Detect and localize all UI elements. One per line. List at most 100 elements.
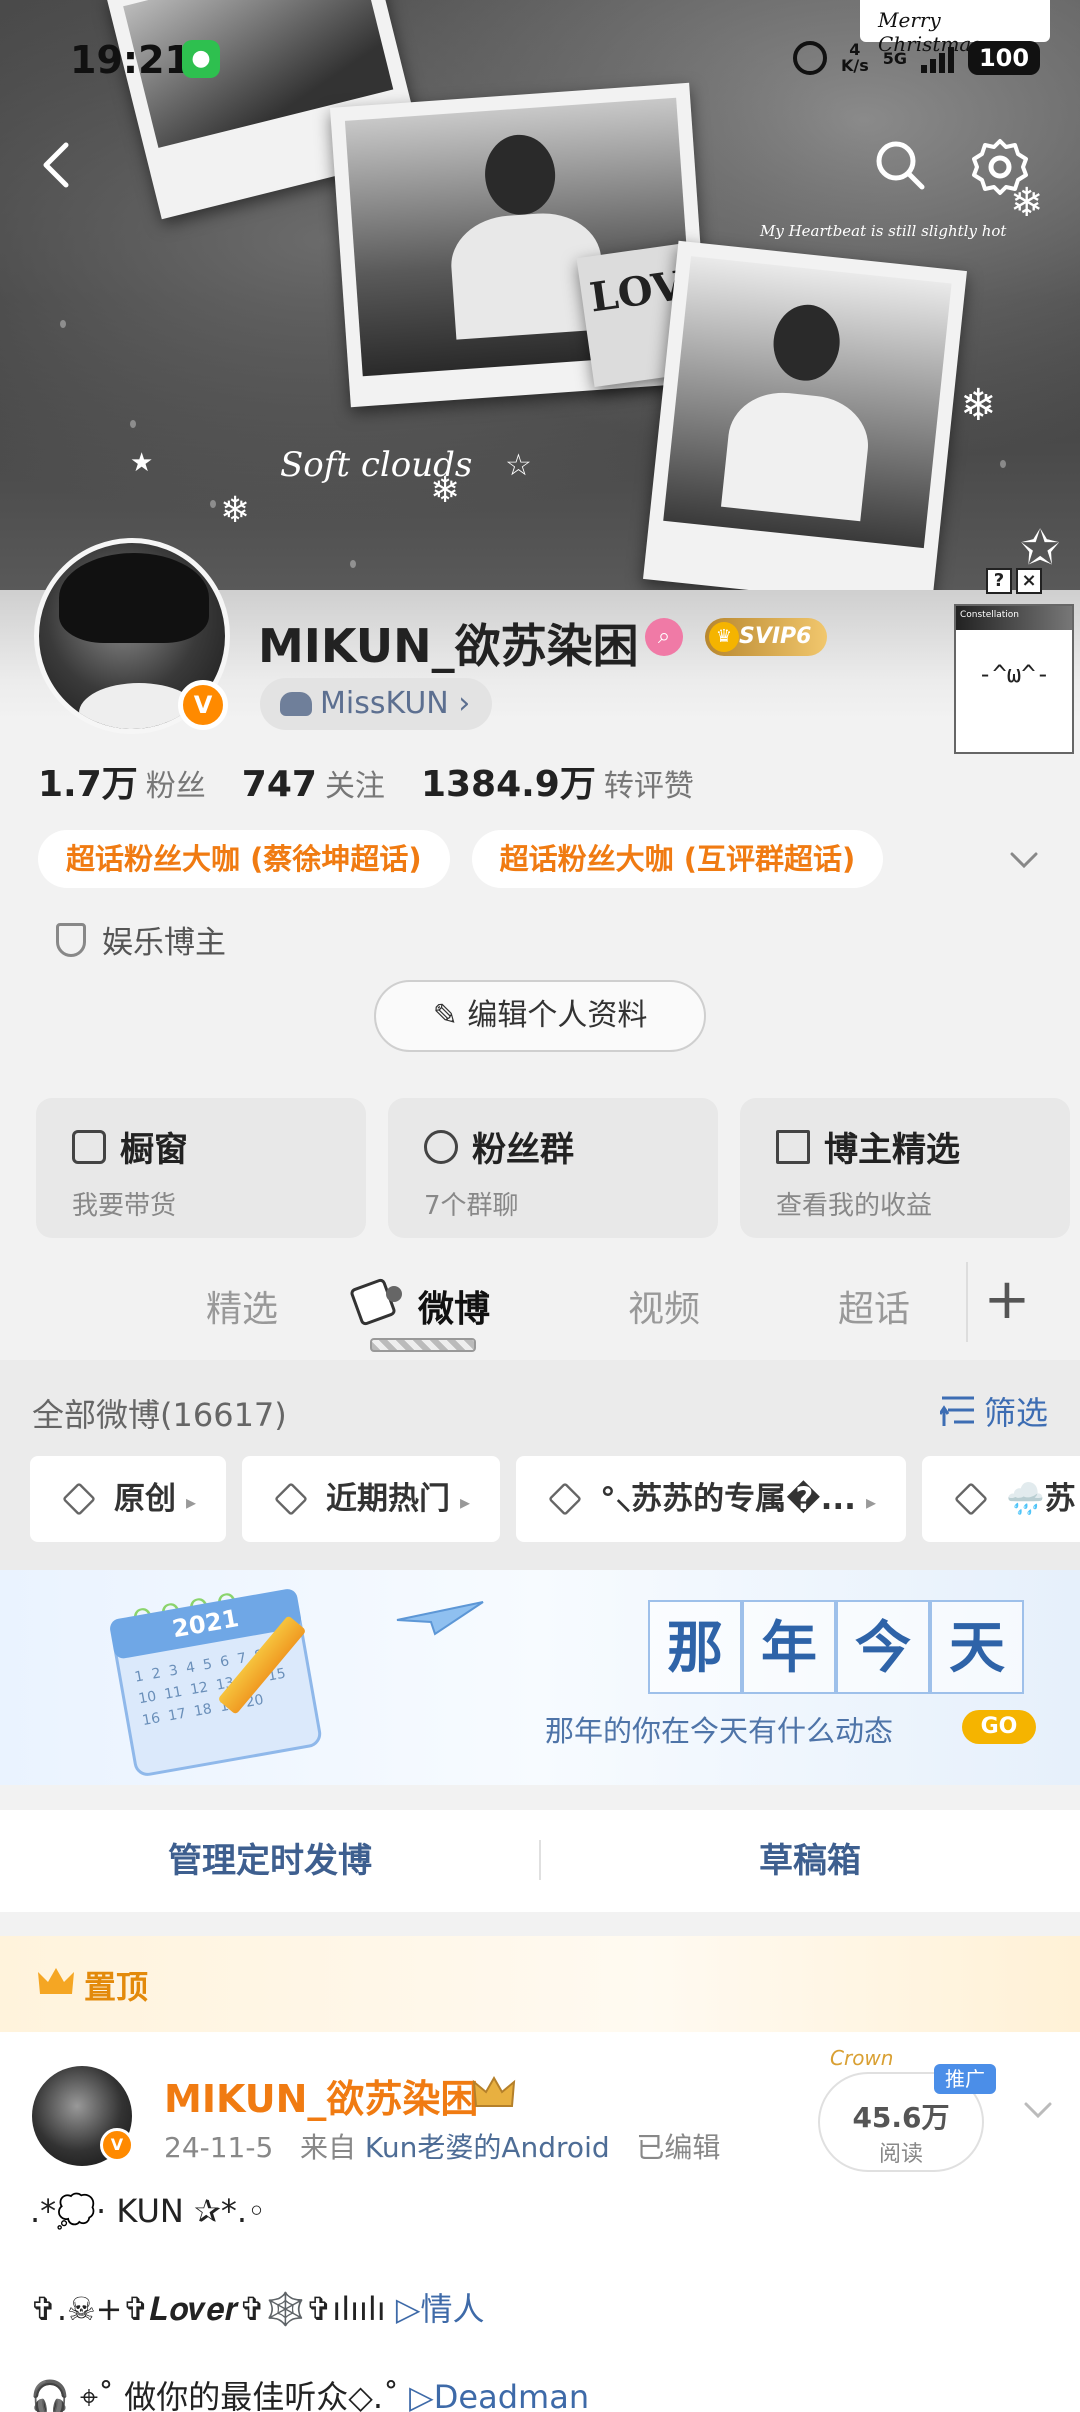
post-text: 🎧 ⌖˚ 做你的最佳听众◇.˚ [30,2378,410,2412]
constellation-sticker: Constellation -^ω^- [954,604,1074,754]
star-icon: ★ [130,448,154,478]
stat-following[interactable]: 747 关注 [242,761,385,805]
chip-trending[interactable]: 近期热门 ▸ [242,1456,501,1542]
card-title: 博主精选 [824,1130,960,1170]
stat-likes[interactable]: 1384.9万 转评赞 [421,755,694,807]
cover-script-text: My Heartbeat is still slightly hot [760,222,1007,240]
pencil-icon: ✎ [432,998,468,1033]
chevron-down-icon[interactable] [1004,840,1044,880]
stat-label: 转评赞 [603,769,694,804]
constellation-face: -^ω^- [977,660,1051,688]
post-meta: 24-11-5 来自 Kun老婆的Android 已编辑 [164,2126,720,2166]
window-controls: ? × [986,568,1042,594]
vip-crown-icon [472,2075,516,2107]
snowflake-icon: ❄ [220,490,251,531]
fan-tag[interactable]: 超话粉丝大咖 (蔡徐坤超话) [38,830,450,888]
card-subtitle: 查看我的收益 [776,1191,933,1221]
status-icons: 4 K/s 5G 100 [792,38,1040,78]
tab-video[interactable]: 视频 [628,1280,700,1332]
chevron-down-icon[interactable] [1020,2096,1056,2126]
bag-icon [72,1129,106,1164]
chip-original[interactable]: 原创 ▸ [30,1456,227,1542]
calendar-icon: OOOO 2021 1 2 3 4 5 6 7 8 9 10 11 12 13 … [107,1576,333,1779]
tab-super-topic[interactable]: 超话 [838,1280,910,1332]
scheduled-posts-button[interactable]: 管理定时发博 [0,1810,540,1912]
layers-icon [274,1482,309,1516]
clock: 19:21 [70,38,191,82]
pinned-header: 置顶 [0,1936,1080,2032]
layers-icon [548,1482,583,1516]
title-char: 年 [742,1600,836,1694]
role-label[interactable]: 娱乐博主 [56,917,226,962]
raindrop [60,320,66,328]
card-showcase[interactable]: 橱窗 我要带货 [36,1098,366,1238]
close-icon: × [1016,568,1042,594]
nickname-search-icon[interactable]: ⌕ [645,618,683,656]
banner-subtitle: 那年的你在今天有什么动态 [545,1714,894,1748]
stat-number: 1384.9万 [420,764,596,805]
title-char: 那 [648,1600,742,1694]
cloud-icon [280,692,312,716]
search-icon[interactable] [870,135,930,195]
edit-profile-button[interactable]: ✎ 编辑个人资料 [374,980,706,1052]
network-type: 5G [882,48,907,68]
alt-name-button[interactable]: MissKUN › [260,678,493,730]
music-link[interactable]: ▷情人 [396,2290,485,2328]
post-source[interactable]: Kun老婆的Android [365,2131,610,2164]
title-char: 天 [930,1600,1024,1694]
card-title: 粉丝群 [472,1130,574,1170]
stat-followers[interactable]: 1.7万 粉丝 [38,755,206,807]
post-actions-bar: 管理定时发博 草稿箱 [0,1810,1080,1912]
raindrop [130,420,136,428]
post-text: ✞.☠︎+✞𝑳𝒐𝒗𝒆𝒓✞🕸️✞ılıılı [30,2290,396,2328]
people-icon [424,1129,458,1164]
tab-weibo[interactable]: 微博 [418,1280,490,1332]
tab-featured[interactable]: 精选 [206,1280,278,1332]
stat-number: 1.7万 [38,764,138,805]
raindrop [1000,460,1006,468]
stat-label: 关注 [324,769,385,804]
post-author[interactable]: MIKUN_欲苏染困 [164,2068,478,2123]
card-fan-groups[interactable]: 粉丝群 7个群聊 [388,1098,718,1238]
chip-label: °⸜苏苏的专属�... [600,1481,856,1517]
paper-plane-icon [396,1601,484,1636]
snowflake-icon: ❄ [430,470,461,511]
alt-name-label: MissKUN › [320,686,471,721]
drafts-button[interactable]: 草稿箱 [540,1810,1080,1912]
filter-button[interactable]: 筛选 [984,1388,1048,1434]
profile-section: V MIKUN_欲苏染困 ⌕ ♛ SVIP6 MissKUN › ? × Con… [0,538,1080,1350]
star-icon: ☆ [505,448,532,483]
post-line: 🎧 ⌖˚ 做你的最佳听众◇.˚ ▷Deadman [30,2372,589,2412]
card-creator-picks[interactable]: 博主精选 查看我的收益 [740,1098,1070,1238]
card-title: 橱窗 [120,1130,188,1170]
content-tabs: 精选 微博 视频 超话 + [0,1250,1080,1360]
crown-icon: ♛ [709,622,739,652]
net-speed-unit: K/s [840,56,869,75]
pinned-post[interactable]: 置顶 V MIKUN_欲苏染困 24-11-5 来自 Kun老婆的Android… [0,1936,1080,2412]
feed-header: 全部微博(16617) 筛选 原创 ▸ 近期热门 ▸ °⸜苏苏的专属�... ▸ 🌧️… [0,1360,1080,1570]
on-this-day-title: 那 年 今 天 [648,1600,1024,1694]
help-icon: ? [986,568,1012,594]
category-chips: 原创 ▸ 近期热门 ▸ °⸜苏苏的专属�... ▸ 🌧️苏 [30,1456,1080,1542]
tab-active-indicator [370,1338,476,1352]
go-button[interactable]: GO [962,1710,1036,1744]
layers-icon [954,1482,988,1516]
back-arrow-icon[interactable] [30,135,90,195]
svip-badge[interactable]: ♛ SVIP6 [705,618,827,656]
checkmark-icon [776,1129,810,1164]
status-bar: 19:21 ● 4 K/s 5G 100 [0,0,1080,120]
gear-icon[interactable] [968,135,1032,199]
promote-badge[interactable]: 推广 [934,2064,996,2094]
edited-label: 已编辑 [636,2131,721,2164]
verified-badge-icon: V [178,680,228,730]
signal-icon [921,43,954,73]
on-this-day-banner[interactable]: OOOO 2021 1 2 3 4 5 6 7 8 9 10 11 12 13 … [0,1570,1080,1785]
chip-more[interactable]: 🌧️苏 [921,1456,1080,1542]
fan-tag[interactable]: 超话粉丝大咖 (互评群超话) [471,830,884,888]
music-link[interactable]: ▷Deadman [409,2378,589,2412]
wechat-icon: ● [182,40,220,78]
chip-exclusive[interactable]: °⸜苏苏的专属�... ▸ [516,1456,906,1542]
crown-icon [38,1968,74,1994]
chip-label: 原创 [114,1481,176,1517]
add-tab-icon[interactable]: + [966,1262,1046,1342]
